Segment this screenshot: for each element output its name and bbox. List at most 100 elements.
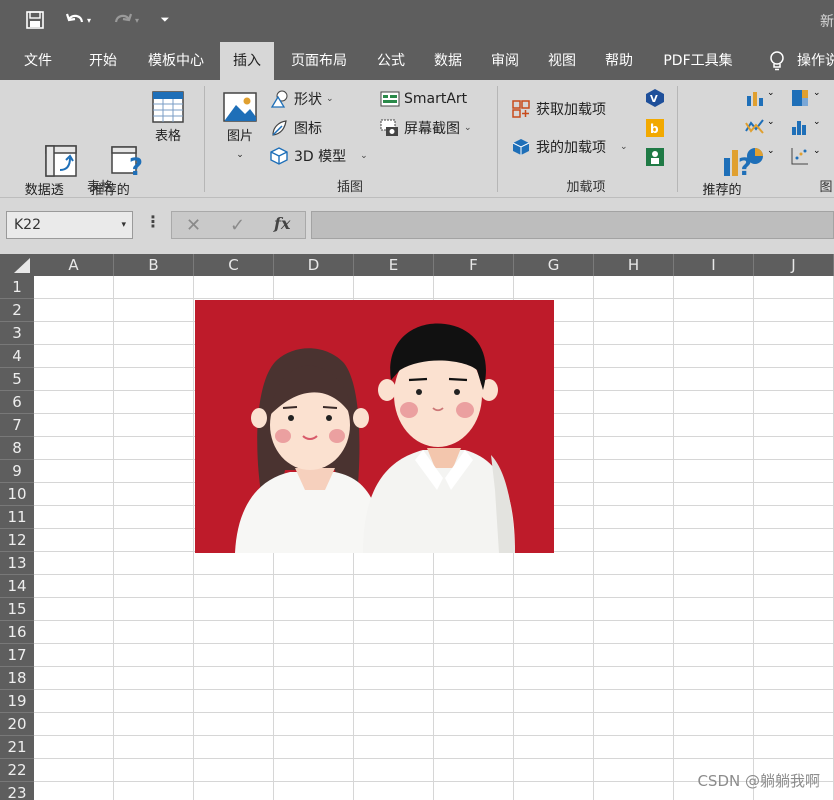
row-header[interactable]: 22 bbox=[0, 759, 34, 782]
row-header[interactable]: 3 bbox=[0, 322, 34, 345]
recommended-pivot-icon: ? bbox=[85, 126, 143, 181]
undo-icon[interactable]: ▾ bbox=[60, 9, 96, 31]
pictures-button[interactable]: 图片 ⌄ bbox=[218, 90, 262, 164]
addins-group-label: 加载项 bbox=[566, 180, 606, 195]
row-header[interactable]: 10 bbox=[0, 483, 34, 506]
scatter-chart-icon[interactable] bbox=[790, 146, 810, 166]
people-graph-icon[interactable] bbox=[645, 147, 665, 167]
column-header[interactable]: G bbox=[514, 254, 594, 276]
inserted-picture[interactable] bbox=[195, 300, 554, 553]
tab-insert[interactable]: 插入 bbox=[220, 42, 274, 80]
row-header[interactable]: 23 bbox=[0, 782, 34, 800]
row-header[interactable]: 21 bbox=[0, 736, 34, 759]
row-header[interactable]: 5 bbox=[0, 368, 34, 391]
tab-help[interactable]: 帮助 bbox=[596, 42, 642, 80]
column-header[interactable]: C bbox=[194, 254, 274, 276]
shapes-button[interactable]: 形状 ⌄ bbox=[270, 88, 334, 110]
3d-models-button[interactable]: 3D 模型 ⌄ bbox=[270, 145, 368, 167]
formula-buttons: ✕ ✓ fx bbox=[171, 211, 306, 239]
insert-function-button[interactable]: fx bbox=[274, 214, 290, 233]
pie-chart-icon[interactable] bbox=[745, 146, 765, 166]
column-chart-icon[interactable] bbox=[745, 88, 765, 108]
chevron-down-icon: ⌄ bbox=[813, 146, 821, 156]
tab-formulas[interactable]: 公式 bbox=[368, 42, 414, 80]
redo-icon[interactable]: ▾ bbox=[107, 9, 145, 31]
screenshot-button[interactable]: 屏幕截图 ⌄ bbox=[380, 117, 472, 139]
icons-label: 图标 bbox=[294, 121, 322, 137]
picture-icon bbox=[223, 90, 257, 124]
column-header[interactable]: A bbox=[34, 254, 114, 276]
select-all-button[interactable] bbox=[0, 254, 34, 276]
bing-maps-icon[interactable]: b bbox=[645, 118, 665, 138]
smartart-label: SmartArt bbox=[404, 91, 468, 107]
column-header[interactable]: I bbox=[674, 254, 754, 276]
pivot-table-icon bbox=[19, 126, 77, 177]
my-addins-label: 我的加载项 bbox=[536, 140, 606, 156]
chevron-down-icon: ⌄ bbox=[236, 150, 244, 160]
icons-button[interactable]: 图标 bbox=[270, 117, 322, 139]
formula-input[interactable] bbox=[311, 211, 834, 239]
row-header[interactable]: 2 bbox=[0, 299, 34, 322]
chevron-down-icon: ⌄ bbox=[464, 123, 472, 133]
row-header[interactable]: 11 bbox=[0, 506, 34, 529]
tab-data[interactable]: 数据 bbox=[425, 42, 471, 80]
save-icon[interactable] bbox=[24, 9, 46, 31]
row-header[interactable]: 18 bbox=[0, 667, 34, 690]
row-header[interactable]: 15 bbox=[0, 598, 34, 621]
line-chart-icon[interactable] bbox=[745, 117, 765, 137]
pictures-label: 图片 bbox=[226, 129, 253, 144]
row-header[interactable]: 9 bbox=[0, 460, 34, 483]
row-header[interactable]: 7 bbox=[0, 414, 34, 437]
svg-text:V: V bbox=[650, 94, 658, 105]
row-header[interactable]: 6 bbox=[0, 391, 34, 414]
tables-group-label: 表格 bbox=[86, 180, 113, 195]
customize-icon[interactable]: ⏷ bbox=[158, 9, 172, 31]
more-options-icon[interactable]: ⋮ bbox=[145, 212, 161, 231]
table-button[interactable]: 表格 bbox=[146, 90, 190, 146]
hierarchy-chart-icon[interactable] bbox=[790, 88, 810, 108]
tab-templates[interactable]: 模板中心 bbox=[140, 42, 212, 80]
tab-pdf-tools[interactable]: PDF工具集 bbox=[655, 42, 741, 80]
tell-me-search[interactable]: 操作说 bbox=[797, 42, 834, 80]
tab-view[interactable]: 视图 bbox=[539, 42, 585, 80]
row-header[interactable]: 19 bbox=[0, 690, 34, 713]
column-header[interactable]: F bbox=[434, 254, 514, 276]
row-header[interactable]: 17 bbox=[0, 644, 34, 667]
column-header[interactable]: D bbox=[274, 254, 354, 276]
ribbon-tabs: 文件 开始 模板中心 插入 页面布局 公式 数据 审阅 视图 帮助 PDF工具集… bbox=[0, 42, 834, 80]
smartart-button[interactable]: SmartArt bbox=[380, 88, 467, 110]
get-addins-button[interactable]: 获取加载项 bbox=[512, 98, 606, 120]
row-header[interactable]: 13 bbox=[0, 552, 34, 575]
visio-icon[interactable]: V bbox=[645, 88, 665, 108]
my-addins-button[interactable]: 我的加载项 ⌄ bbox=[512, 136, 628, 158]
enter-button[interactable]: ✓ bbox=[230, 215, 245, 236]
shapes-label: 形状 bbox=[294, 92, 322, 108]
row-header[interactable]: 12 bbox=[0, 529, 34, 552]
row-header[interactable]: 16 bbox=[0, 621, 34, 644]
row-header[interactable]: 1 bbox=[0, 276, 34, 299]
tab-home[interactable]: 开始 bbox=[78, 42, 128, 80]
cancel-button[interactable]: ✕ bbox=[186, 215, 201, 236]
tab-page-layout[interactable]: 页面布局 bbox=[282, 42, 356, 80]
chevron-down-icon: ⌄ bbox=[813, 117, 821, 127]
row-header[interactable]: 20 bbox=[0, 713, 34, 736]
column-header[interactable]: H bbox=[594, 254, 674, 276]
recommended-charts-icon: ? bbox=[696, 126, 752, 181]
column-header[interactable]: E bbox=[354, 254, 434, 276]
tab-review[interactable]: 审阅 bbox=[482, 42, 528, 80]
column-header[interactable]: B bbox=[114, 254, 194, 276]
row-header[interactable]: 4 bbox=[0, 345, 34, 368]
window-title: 新 bbox=[820, 14, 834, 30]
store-icon bbox=[512, 100, 530, 118]
lightbulb-icon[interactable] bbox=[766, 42, 788, 80]
statistic-chart-icon[interactable] bbox=[790, 117, 810, 137]
chevron-down-icon: ⌄ bbox=[813, 88, 821, 98]
name-box[interactable]: K22 ▾ bbox=[6, 211, 133, 239]
chevron-down-icon: ▾ bbox=[121, 220, 126, 230]
tab-file[interactable]: 文件 bbox=[12, 42, 64, 80]
column-header[interactable]: J bbox=[754, 254, 834, 276]
row-header[interactable]: 8 bbox=[0, 437, 34, 460]
row-header[interactable]: 14 bbox=[0, 575, 34, 598]
group-divider bbox=[497, 86, 498, 192]
group-divider bbox=[677, 86, 678, 192]
